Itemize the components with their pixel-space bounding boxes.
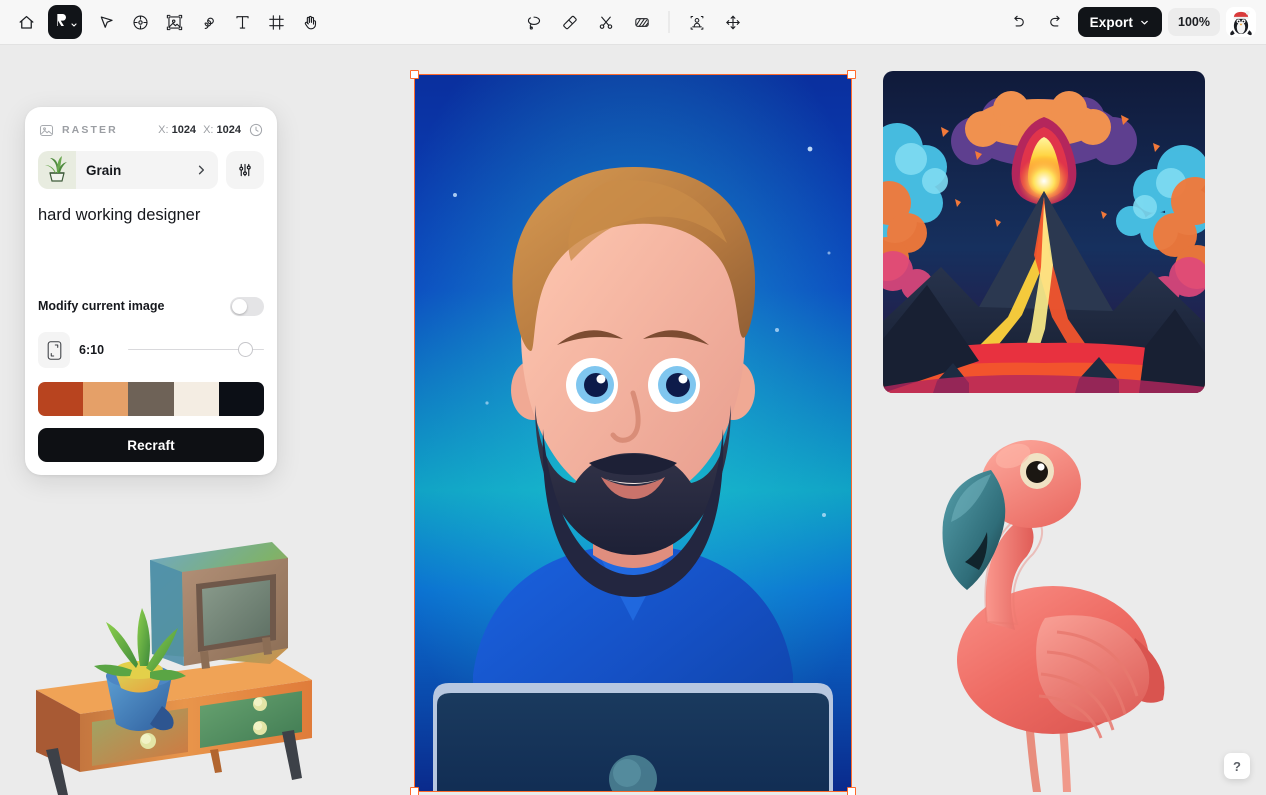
- text-tool-icon[interactable]: [226, 6, 258, 38]
- toolbar-center-group: [518, 6, 749, 38]
- color-palette: [38, 382, 264, 416]
- eraser-icon[interactable]: [554, 6, 586, 38]
- aspect-ratio-row: 6:10: [38, 332, 264, 368]
- remove-background-icon[interactable]: [681, 6, 713, 38]
- history-icon[interactable]: [248, 122, 264, 138]
- cursor-select-icon[interactable]: [90, 6, 122, 38]
- toolbar-left-group: : [0, 5, 326, 39]
- style-row: Grain: [38, 151, 264, 189]
- generate-image-icon[interactable]: [124, 6, 156, 38]
- zoom-level-label: 100%: [1178, 15, 1210, 29]
- tv-cabinet-illustration: [36, 542, 312, 795]
- image-height-label: X: 1024: [203, 124, 241, 136]
- swatch-rust[interactable]: [38, 382, 84, 416]
- slider-thumb[interactable]: [237, 342, 253, 357]
- flamingo-illustration: [942, 440, 1165, 792]
- aspect-ratio-slider[interactable]: [128, 340, 264, 360]
- move-icon[interactable]: [717, 6, 749, 38]
- help-label: ?: [1233, 758, 1241, 774]
- image-width-value: 1024: [171, 124, 197, 136]
- resize-handle-top-right[interactable]: [847, 70, 856, 79]
- vectorize-icon[interactable]: [192, 6, 224, 38]
- swatch-taupe[interactable]: [128, 382, 174, 416]
- style-name-label: Grain: [86, 162, 122, 178]
- swatch-ink[interactable]: [218, 382, 264, 416]
- recraft-logo-button[interactable]: : [48, 5, 82, 39]
- lasso-icon[interactable]: [518, 6, 550, 38]
- chevron-right-icon: [194, 163, 208, 177]
- toolbar-divider: [668, 11, 670, 33]
- style-thumbnail: [38, 151, 76, 189]
- artboard-portrait-designer[interactable]: [410, 70, 856, 795]
- help-button[interactable]: ?: [1224, 753, 1250, 779]
- panel-type-label: RASTER: [62, 124, 118, 136]
- chevron-down-icon: [70, 16, 78, 34]
- home-icon[interactable]: [10, 6, 42, 38]
- undo-icon[interactable]: [1002, 6, 1034, 38]
- aspect-ratio-icon[interactable]: [38, 332, 70, 368]
- portrait-illustration: [415, 75, 851, 791]
- scissors-icon[interactable]: [590, 6, 622, 38]
- image-height-value: 1024: [216, 124, 241, 136]
- inpaint-icon[interactable]: [626, 6, 658, 38]
- swatch-cream[interactable]: [173, 382, 219, 416]
- export-button[interactable]: Export: [1077, 7, 1163, 37]
- modify-current-image-row: Modify current image: [38, 292, 264, 320]
- avatar[interactable]: [1226, 7, 1256, 37]
- modify-current-image-toggle[interactable]: [230, 296, 264, 316]
- style-settings-button[interactable]: [226, 151, 264, 189]
- sliders-icon: [236, 161, 254, 179]
- resize-handle-bottom-left[interactable]: [410, 787, 419, 795]
- resize-handle-top-left[interactable]: [410, 70, 419, 79]
- artboard-flamingo[interactable]: [925, 420, 1175, 792]
- prompt-input[interactable]: hard working designer: [38, 204, 264, 290]
- redo-icon[interactable]: [1040, 6, 1072, 38]
- recraft-button-label: Recraft: [127, 437, 175, 453]
- canvas-area[interactable]: RASTER X: 1024 X: 1024 Grain hard workin…: [0, 45, 1266, 795]
- export-label: Export: [1089, 14, 1134, 30]
- top-toolbar: : [0, 0, 1266, 45]
- panel-header: RASTER X: 1024 X: 1024: [38, 119, 264, 141]
- image-frame-icon[interactable]: [158, 6, 190, 38]
- hand-tool-icon[interactable]: [294, 6, 326, 38]
- recraft-button[interactable]: Recraft: [38, 428, 264, 462]
- style-selector[interactable]: Grain: [38, 151, 218, 189]
- frame-tool-icon[interactable]: [260, 6, 292, 38]
- artboard-tv-cabinet[interactable]: [20, 500, 320, 795]
- generation-panel: RASTER X: 1024 X: 1024 Grain hard workin…: [25, 107, 277, 475]
- aspect-ratio-value: 6:10: [79, 343, 105, 357]
- zoom-level-button[interactable]: 100%: [1168, 8, 1220, 36]
- artboard-volcano[interactable]: [883, 71, 1205, 393]
- image-width-label: X: 1024: [158, 124, 197, 136]
- modify-current-image-label: Modify current image: [38, 299, 165, 313]
- swatch-tan[interactable]: [83, 382, 129, 416]
- resize-handle-bottom-right[interactable]: [847, 787, 856, 795]
- toolbar-right-group: Export 100%: [1002, 6, 1256, 38]
- volcano-illustration: [883, 71, 1205, 393]
- toggle-knob: [232, 298, 247, 314]
- raster-type-icon: [38, 122, 55, 139]
- chevron-down-icon: [1139, 17, 1150, 28]
